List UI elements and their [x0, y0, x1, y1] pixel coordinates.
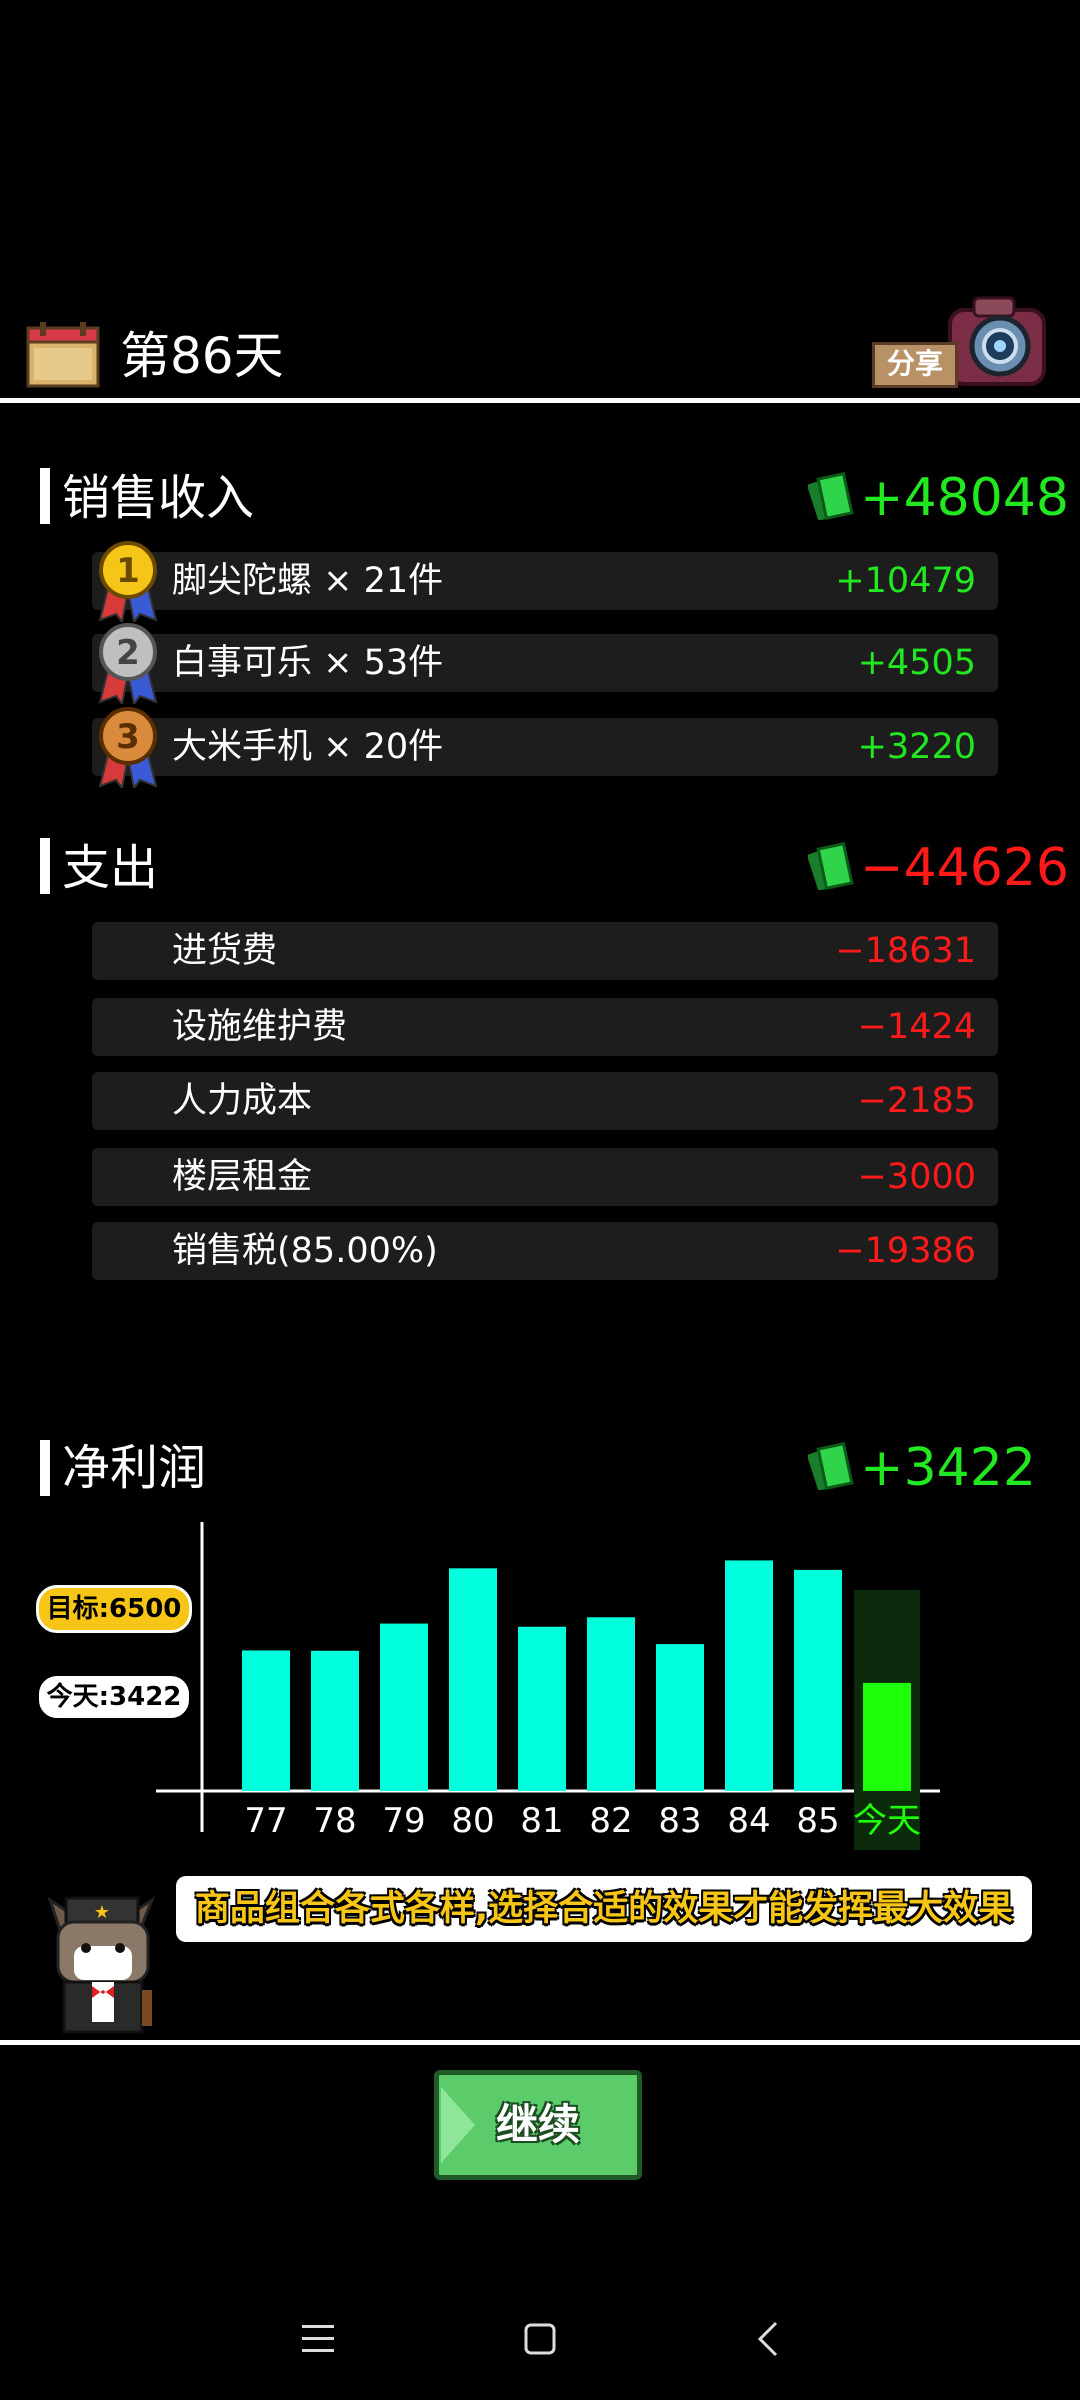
section-marker: [40, 838, 50, 894]
section-marker: [40, 468, 50, 524]
income-row: 大米手机 × 20件 +3220: [92, 718, 998, 776]
income-item-label: 白事可乐 × 53件: [172, 643, 444, 683]
silver-medal-icon: 2: [98, 623, 158, 704]
cash-icon: [808, 1441, 854, 1490]
x-tick-label: 81: [520, 1801, 563, 1841]
medal-rank: 2: [116, 633, 140, 673]
x-tick-label: 78: [313, 1801, 356, 1841]
expense-row: 进货费 −18631: [92, 922, 998, 980]
x-tick-label: 77: [244, 1801, 287, 1841]
back-icon[interactable]: [756, 2320, 780, 2358]
profit-total: +3422: [860, 1438, 1036, 1498]
tip-text: 商品组合各式各样,选择合适的效果才能发挥最大效果: [194, 1889, 1014, 1929]
medal-rank: 1: [116, 551, 140, 591]
x-tick-label: 85: [796, 1801, 839, 1841]
chart-bar: [518, 1626, 566, 1791]
expense-title: 支出: [62, 840, 159, 896]
income-item-label: 大米手机 × 20件: [172, 727, 444, 767]
income-total: +48048: [860, 468, 1069, 528]
cat-mascot: ★: [47, 1896, 156, 2034]
expense-item-value: −1424: [857, 1007, 976, 1047]
gold-medal-icon: 1: [98, 541, 158, 622]
expense-item-value: −3000: [857, 1157, 976, 1197]
svg-text:★: ★: [94, 1902, 110, 1923]
system-nav-bar: [0, 2280, 1080, 2400]
chart-bar: [311, 1650, 359, 1791]
chart-bar: [449, 1568, 497, 1791]
chart-bar: [725, 1560, 773, 1791]
cash-icon: [808, 841, 854, 890]
bronze-medal-icon: 3: [98, 707, 158, 788]
income-title: 销售收入: [62, 470, 255, 526]
x-tick-label: 84: [727, 1801, 770, 1841]
footer-divider: [0, 2040, 1080, 2045]
expense-row: 人力成本 −2185: [92, 1072, 998, 1130]
income-item-value: +10479: [835, 561, 976, 601]
chart-bar: [380, 1623, 428, 1791]
continue-button[interactable]: 继续: [434, 2070, 642, 2180]
chart-bar: [242, 1650, 290, 1791]
income-row: 白事可乐 × 53件 +4505: [92, 634, 998, 692]
x-tick-label: 82: [589, 1801, 632, 1841]
chart-bar: [656, 1644, 704, 1791]
chart-bar: [863, 1682, 911, 1791]
expense-item-label: 楼层租金: [172, 1157, 313, 1197]
continue-label: 继续: [495, 2100, 580, 2149]
expense-row: 销售税(85.00%) −19386: [92, 1222, 998, 1280]
expense-item-label: 人力成本: [172, 1081, 313, 1121]
expense-item-value: −2185: [857, 1081, 976, 1121]
expense-row: 楼层租金 −3000: [92, 1148, 998, 1206]
share-label: 分享: [872, 342, 958, 388]
expense-item-label: 销售税(85.00%): [172, 1231, 438, 1271]
chart-bar: [794, 1569, 842, 1791]
share-button[interactable]: 分享: [872, 296, 1052, 390]
expense-total: −44626: [860, 838, 1069, 898]
x-tick-label: 80: [451, 1801, 494, 1841]
day-title: 第86天: [120, 327, 284, 385]
section-marker: [40, 1440, 50, 1496]
expense-item-value: −18631: [835, 931, 976, 971]
profit-title: 净利润: [62, 1440, 207, 1496]
tip-bubble: 商品组合各式各样,选择合适的效果才能发挥最大效果: [176, 1876, 1032, 1942]
cash-icon: [808, 471, 854, 520]
income-item-value: +3220: [857, 727, 976, 767]
calendar-icon: [26, 322, 100, 388]
x-tick-label: 83: [658, 1801, 701, 1841]
chart-bar: [587, 1617, 635, 1791]
income-item-label: 脚尖陀螺 × 21件: [172, 561, 444, 601]
expense-row: 设施维护费 −1424: [92, 998, 998, 1056]
expense-item-value: −19386: [835, 1231, 976, 1271]
profit-bar-chart: 77 78 79 80 81 82 83 84 85 今天: [156, 1522, 940, 1850]
home-icon[interactable]: [523, 2322, 557, 2356]
expense-item-label: 设施维护费: [172, 1007, 348, 1047]
x-tick-label: 79: [382, 1801, 425, 1841]
camera-icon: [948, 296, 1046, 386]
medal-rank: 3: [116, 717, 140, 757]
x-tick-label: 今天: [853, 1801, 921, 1841]
income-row: 脚尖陀螺 × 21件 +10479: [92, 552, 998, 610]
header-divider: [0, 398, 1080, 403]
menu-icon[interactable]: [300, 2322, 336, 2356]
income-item-value: +4505: [857, 643, 976, 683]
expense-item-label: 进货费: [172, 931, 278, 971]
